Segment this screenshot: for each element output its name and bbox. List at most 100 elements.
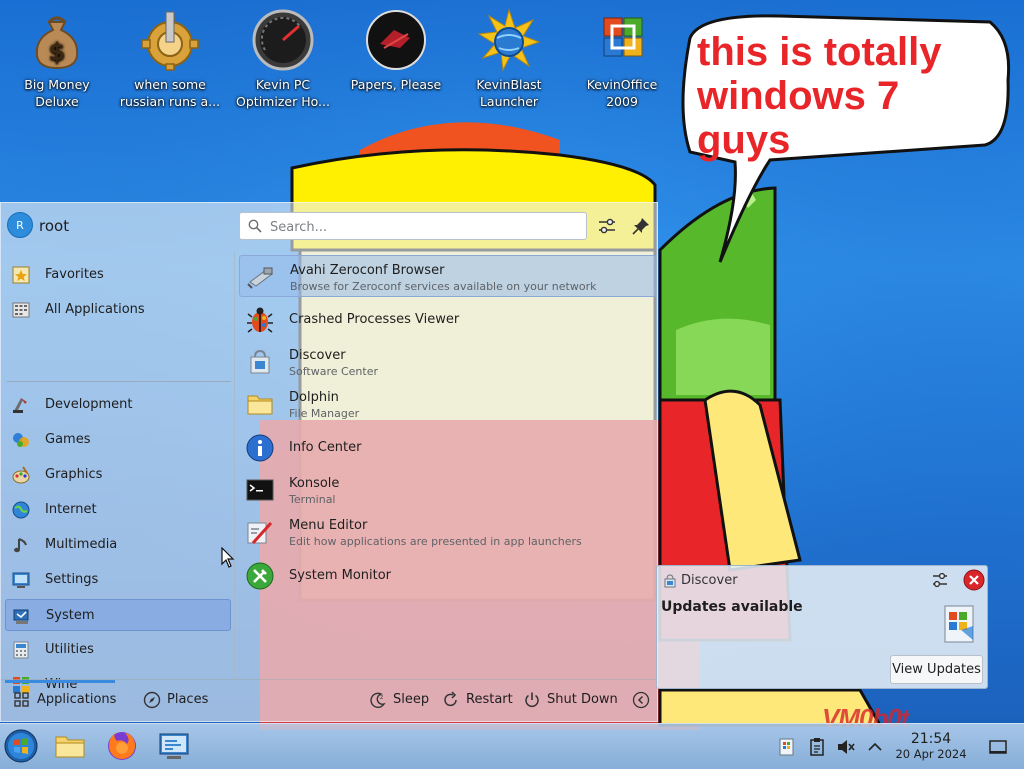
desktop-icon-big-money-deluxe[interactable]: $ Big Money Deluxe — [2, 8, 112, 110]
papers-please-icon — [366, 10, 426, 70]
desktop-icon-russian[interactable]: when some russian runs a... — [115, 8, 225, 110]
sidebar-item-settings[interactable]: Settings — [5, 564, 231, 596]
globe-burst-icon — [477, 8, 541, 72]
chevron-up-icon[interactable] — [865, 737, 885, 757]
app-item-discover[interactable]: Discover Software Center — [239, 341, 656, 383]
desktop-icon-label: Big Money — [24, 77, 90, 92]
sidebar-item-graphics[interactable]: Graphics — [5, 459, 231, 491]
search-box[interactable] — [239, 212, 587, 240]
sidebar-item-internet[interactable]: Internet — [5, 494, 231, 526]
control-panel-icon[interactable] — [157, 729, 191, 763]
show-desktop-icon[interactable] — [988, 737, 1008, 757]
app-description: Software Center — [289, 365, 379, 378]
clipboard-icon[interactable] — [807, 737, 827, 757]
desktop-icon-kevinoffice-2009[interactable]: KevinOffice 2009 — [567, 8, 677, 110]
grid-icon — [14, 692, 29, 707]
search-input[interactable] — [268, 216, 582, 238]
update-icon[interactable] — [777, 737, 797, 757]
desktop-icon-label: KevinOffice — [586, 77, 658, 92]
utilities-icon — [13, 641, 29, 659]
search-icon — [248, 219, 262, 233]
desktop-icon-papers-please[interactable]: Papers, Please — [341, 8, 451, 93]
speech-bubble-line: windows 7 guys — [697, 74, 900, 162]
desktop-icon-kevinblast-launcher[interactable]: KevinBlast Launcher — [454, 8, 564, 110]
graphics-icon — [12, 466, 30, 484]
file-manager-icon[interactable] — [53, 729, 87, 763]
development-icon — [13, 398, 27, 413]
app-name: Crashed Processes Viewer — [289, 312, 460, 327]
app-item-konsole[interactable]: Konsole Terminal — [239, 469, 656, 511]
desktop-icon-label: when some — [134, 77, 206, 92]
desktop-icon-label: Papers, Please — [350, 77, 442, 92]
desktop-icon-kevin-pc-optimizer[interactable]: Kevin PC Optimizer Ho... — [228, 8, 338, 110]
launcher-header: R root — [1, 203, 657, 249]
info-icon — [246, 434, 274, 462]
close-icon[interactable] — [963, 569, 985, 591]
sidebar-item-label: Favorites — [45, 267, 104, 282]
system-icon — [13, 609, 29, 624]
sidebar-item-system[interactable]: System — [5, 599, 231, 631]
clock[interactable]: 21:54 20 Apr 2024 — [888, 732, 974, 762]
desktop-icon-label: Optimizer Ho... — [236, 94, 330, 109]
desktop-icon-label: Deluxe — [35, 94, 79, 109]
app-name: System Monitor — [289, 568, 392, 583]
folder-icon — [247, 395, 273, 415]
discover-icon — [250, 349, 270, 374]
office-icon — [603, 17, 643, 57]
app-description: Terminal — [289, 493, 336, 506]
sidebar-item-development[interactable]: Development — [5, 389, 231, 421]
sidebar-item-games[interactable]: Games — [5, 424, 231, 456]
app-item-system-monitor[interactable]: System Monitor — [239, 555, 656, 597]
svg-text:$: $ — [49, 38, 66, 66]
sidebar-item-favorites[interactable]: Favorites — [5, 259, 231, 291]
money-bag-icon: $ — [35, 16, 79, 70]
firefox-icon[interactable] — [105, 729, 139, 763]
games-icon — [13, 433, 29, 447]
sidebar-item-utilities[interactable]: Utilities — [5, 634, 231, 666]
sidebar-item-all-applications[interactable]: All Applications — [5, 294, 231, 326]
app-item-dolphin[interactable]: Dolphin File Manager — [239, 383, 656, 425]
configure-icon[interactable] — [596, 215, 618, 237]
compass-icon — [143, 691, 161, 709]
sidebar-item-label: Settings — [45, 572, 99, 587]
pin-icon[interactable] — [630, 215, 652, 237]
view-updates-button[interactable]: View Updates — [890, 655, 983, 684]
volume-muted-icon[interactable] — [836, 737, 856, 757]
sidebar-item-multimedia[interactable]: Multimedia — [5, 529, 231, 561]
tab-label: Places — [167, 692, 209, 707]
clock-time: 21:54 — [910, 731, 952, 747]
notification-popup: Discover Updates available View Updates — [656, 565, 988, 689]
desktop-icon-label: Launcher — [479, 94, 539, 109]
app-item-avahi-zeroconf-browser[interactable]: Avahi Zeroconf Browser Browse for Zeroco… — [239, 255, 656, 297]
sidebar-item-label: Multimedia — [45, 537, 118, 552]
all-apps-icon — [12, 302, 30, 318]
desktop-icon-label: 2009 — [606, 94, 638, 109]
internet-icon — [12, 501, 30, 519]
shutdown-label: Shut Down — [547, 692, 618, 707]
sidebar-item-label: System — [46, 608, 95, 623]
app-name: Avahi Zeroconf Browser — [290, 263, 445, 278]
app-item-menu-editor[interactable]: Menu Editor Edit how applications are pr… — [239, 511, 656, 553]
mouse-cursor-icon — [221, 547, 235, 568]
app-name: Discover — [289, 348, 346, 363]
app-description: Browse for Zeroconf services available o… — [290, 280, 597, 293]
active-tab-indicator — [5, 680, 115, 683]
desktop-icon-label: russian runs a... — [119, 94, 221, 109]
clock-date: 20 Apr 2024 — [895, 747, 967, 761]
avatar[interactable]: R — [7, 212, 33, 238]
sidebar-item-label: Graphics — [45, 467, 103, 482]
start-orb-icon[interactable] — [4, 729, 38, 763]
notification-settings-icon[interactable] — [930, 570, 950, 590]
sidebar-item-wine[interactable]: Wine — [5, 669, 231, 693]
more-options-chevron-icon[interactable] — [632, 691, 650, 709]
app-item-info-center[interactable]: Info Center — [239, 427, 656, 469]
sidebar-item-label: Utilities — [45, 642, 94, 657]
settings-icon — [12, 572, 30, 588]
favorites-icon — [12, 266, 30, 284]
app-name: Menu Editor — [289, 518, 368, 533]
bug-icon — [247, 307, 273, 333]
app-item-crashed-processes-viewer[interactable]: Crashed Processes Viewer — [239, 299, 656, 341]
taskbar: 21:54 20 Apr 2024 — [0, 723, 1024, 769]
restart-icon — [444, 691, 457, 707]
terminal-icon — [246, 479, 274, 501]
